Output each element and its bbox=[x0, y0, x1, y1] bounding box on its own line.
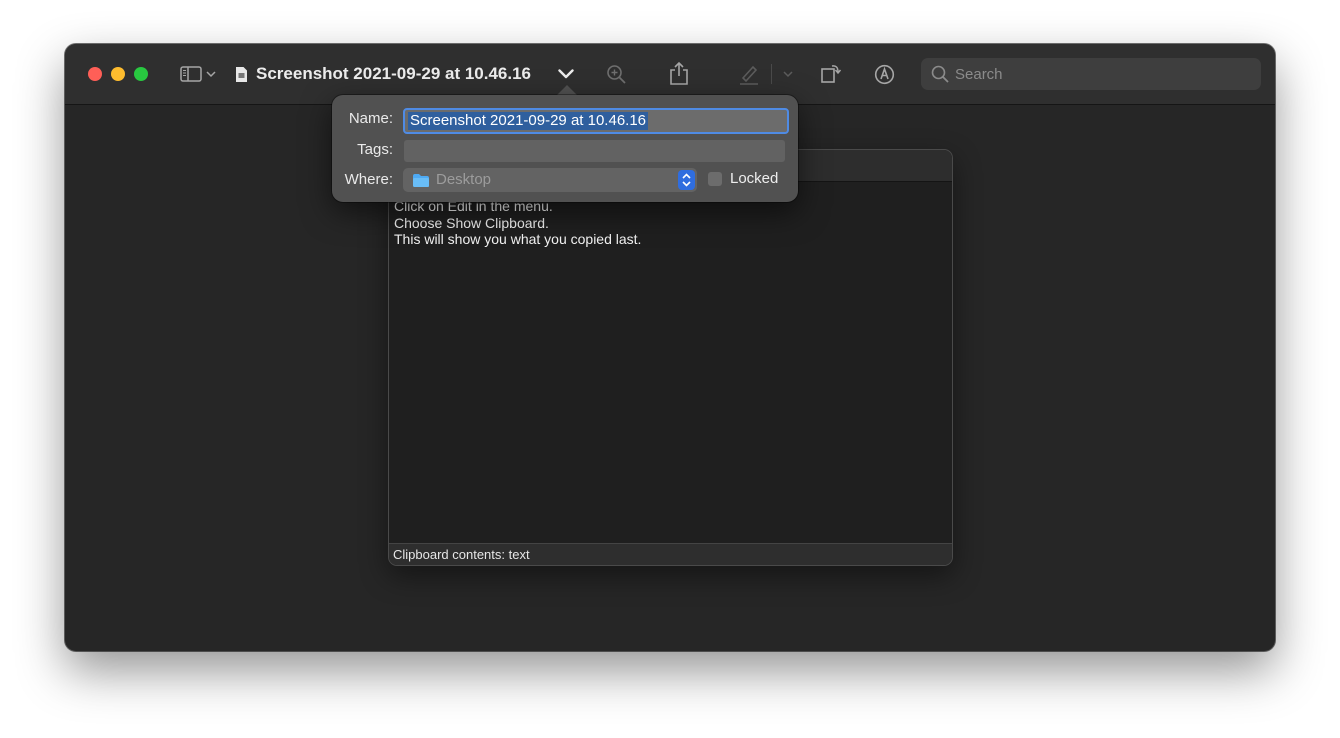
close-button[interactable] bbox=[88, 67, 102, 81]
up-down-stepper-icon[interactable] bbox=[678, 170, 695, 190]
document-icon bbox=[234, 65, 248, 83]
document-title[interactable]: Screenshot 2021-09-29 at 10.46.16 bbox=[256, 62, 531, 86]
clipboard-line: Choose Show Clipboard. bbox=[394, 214, 549, 231]
name-field[interactable]: Screenshot 2021-09-29 at 10.46.16 bbox=[403, 108, 789, 134]
where-label: Where: bbox=[344, 171, 393, 188]
rename-popover: Name: Screenshot 2021-09-29 at 10.46.16 … bbox=[332, 95, 798, 202]
sidebar-icon[interactable] bbox=[179, 64, 203, 84]
zoom-button[interactable] bbox=[134, 67, 148, 81]
locked-checkbox[interactable] bbox=[708, 172, 722, 186]
locked-label[interactable]: Locked bbox=[730, 169, 778, 189]
tags-label: Tags: bbox=[357, 141, 393, 158]
search-field[interactable] bbox=[921, 58, 1261, 90]
minimize-button[interactable] bbox=[111, 67, 125, 81]
clipboard-status-text: Clipboard contents: text bbox=[393, 547, 530, 562]
clipboard-contents: Click on Edit in the menu. Choose Show C… bbox=[394, 198, 641, 248]
tags-field[interactable] bbox=[404, 140, 785, 162]
title-chevron-down-icon[interactable] bbox=[557, 66, 575, 82]
chevron-down-icon[interactable] bbox=[205, 68, 217, 80]
folder-icon bbox=[412, 173, 430, 193]
rotate-icon[interactable] bbox=[819, 61, 843, 85]
clipboard-line: This will show you what you copied last. bbox=[394, 231, 642, 247]
search-input[interactable] bbox=[955, 58, 1251, 90]
clipboard-status-bar: Clipboard contents: text bbox=[389, 543, 952, 565]
toolbar-divider bbox=[771, 64, 772, 84]
markup-pen-icon[interactable] bbox=[873, 63, 895, 85]
where-select[interactable]: Desktop bbox=[403, 168, 697, 192]
highlighter-chevron-down-icon[interactable] bbox=[782, 68, 794, 80]
name-field-value[interactable]: Screenshot 2021-09-29 at 10.46.16 bbox=[408, 112, 649, 130]
share-icon[interactable] bbox=[668, 60, 690, 86]
name-label: Name: bbox=[348, 110, 393, 127]
search-icon bbox=[931, 65, 949, 88]
where-value: Desktop bbox=[436, 171, 492, 188]
clipboard-window: Click on Edit in the menu. Choose Show C… bbox=[388, 149, 953, 566]
highlighter-icon[interactable] bbox=[737, 62, 761, 86]
zoom-in-icon[interactable] bbox=[605, 63, 627, 85]
